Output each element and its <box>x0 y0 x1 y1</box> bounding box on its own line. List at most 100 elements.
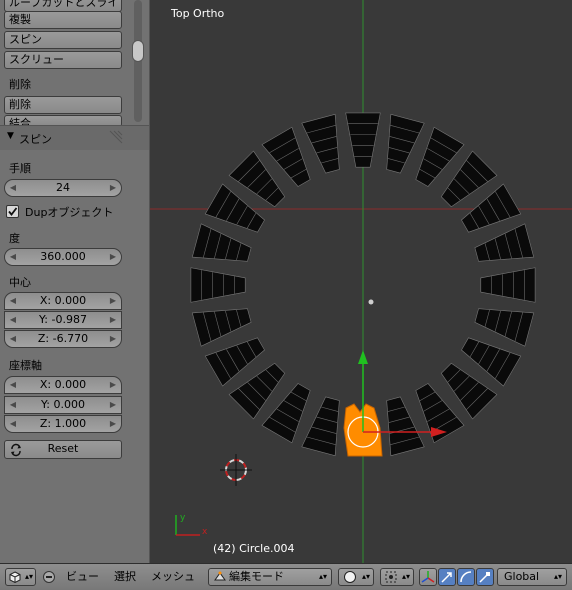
steps-label: 手順 <box>9 162 31 175</box>
steps-field[interactable]: ◀ 24 ▶ <box>4 179 122 197</box>
chevron-updown-icon: ▴▾ <box>401 572 410 581</box>
menu-view[interactable]: ビュー <box>66 569 99 585</box>
axis-x-field[interactable]: ◀ X: 0.000 ▶ <box>4 376 122 394</box>
chevron-updown-icon: ▴▾ <box>553 572 562 581</box>
menu-mesh[interactable]: メッシュ <box>151 569 195 585</box>
pivot-select[interactable]: ▴▾ <box>380 568 414 586</box>
decrement-arrow-icon[interactable]: ◀ <box>7 331 19 347</box>
mode-select[interactable]: 編集モード ▴▾ <box>208 568 332 586</box>
orientation-select[interactable]: Global ▴▾ <box>497 568 567 586</box>
ring-segment <box>386 113 425 174</box>
degrees-value: 360.000 <box>40 250 86 263</box>
center-x-value: X: 0.000 <box>39 294 87 307</box>
check-icon <box>8 207 18 216</box>
spin-panel-header[interactable]: ▼ スピン <box>0 125 149 150</box>
center-y-field[interactable]: ◀ Y: -0.987 ▶ <box>4 311 122 329</box>
degrees-label: 度 <box>9 232 20 245</box>
toolshelf-scrollbar[interactable] <box>131 0 145 122</box>
object-info-label: (42) Circle.004 <box>213 542 295 555</box>
scroll-thumb[interactable] <box>132 40 144 62</box>
view-name-label: Top Ortho <box>171 7 225 20</box>
orientation-label: Global <box>504 570 540 583</box>
drag-grip-icon[interactable] <box>107 130 123 144</box>
axis-y-field[interactable]: ◀ Y: 0.000 ▶ <box>4 396 122 414</box>
duplicate-button[interactable]: 複製 <box>4 11 122 29</box>
ring-segment <box>191 223 252 262</box>
scale-icon <box>479 572 490 583</box>
dup-label: Dupオブジェクト <box>25 206 114 219</box>
ring-segment <box>301 113 340 174</box>
degrees-field[interactable]: ◀ 360.000 ▶ <box>4 248 122 266</box>
axis-y-value: Y: 0.000 <box>41 398 85 411</box>
decrement-arrow-icon[interactable]: ◀ <box>7 416 19 432</box>
increment-arrow-icon[interactable]: ▶ <box>107 416 119 432</box>
shading-select[interactable]: ▴▾ <box>338 568 374 586</box>
object-origin-dot <box>368 299 374 305</box>
collapse-triangle-icon: ▼ <box>7 131 14 141</box>
rotate-icon <box>460 571 472 583</box>
increment-arrow-icon[interactable]: ▶ <box>107 249 119 265</box>
viewport-canvas[interactable]: y x <box>150 0 572 563</box>
steps-value: 24 <box>56 181 70 194</box>
increment-arrow-icon[interactable]: ▶ <box>107 377 119 393</box>
decrement-arrow-icon[interactable]: ◀ <box>7 180 19 196</box>
increment-arrow-icon[interactable]: ▶ <box>107 397 119 413</box>
reset-label: Reset <box>47 442 79 455</box>
tool-shelf: ループカットとスライ 複製 スピン スクリュー 削除 削除 結合 ▼ スピン 手… <box>0 0 150 563</box>
editor-type-button[interactable]: ▴▾ <box>5 568 36 586</box>
screw-button[interactable]: スクリュー <box>4 51 122 69</box>
manipulator-toggle[interactable] <box>419 568 437 586</box>
increment-arrow-icon[interactable]: ▶ <box>107 180 119 196</box>
center-y-value: Y: -0.987 <box>39 313 87 326</box>
decrement-arrow-icon[interactable]: ◀ <box>7 377 19 393</box>
increment-arrow-icon[interactable]: ▶ <box>107 331 119 347</box>
collapse-menu-icon[interactable] <box>43 571 55 583</box>
pivot-icon <box>385 571 397 583</box>
ring-segment <box>474 223 535 262</box>
center-z-value: Z: -6.770 <box>37 332 89 345</box>
decrement-arrow-icon[interactable]: ◀ <box>7 397 19 413</box>
ring-segment <box>480 267 536 303</box>
viewport-header: ▴▾ ビュー 選択 メッシュ 編集モード ▴▾ ▴▾ ▴▾ Global ▴▾ <box>0 563 572 590</box>
ring-segment <box>345 112 381 168</box>
svg-text:y: y <box>180 513 186 523</box>
refresh-icon <box>11 443 21 457</box>
cube-icon <box>9 571 21 583</box>
center-z-field[interactable]: ◀ Z: -6.770 ▶ <box>4 330 122 348</box>
decrement-arrow-icon[interactable]: ◀ <box>7 249 19 265</box>
ring-segment <box>301 396 340 457</box>
delete-button[interactable]: 削除 <box>4 96 122 114</box>
scale-toggle[interactable] <box>476 568 494 586</box>
3d-cursor-icon <box>220 454 252 486</box>
spin-panel-title: スピン <box>19 133 52 146</box>
increment-arrow-icon[interactable]: ▶ <box>107 312 119 328</box>
spin-button[interactable]: スピン <box>4 31 122 49</box>
ring-segment <box>190 267 246 303</box>
arrow-icon <box>441 572 452 583</box>
center-label: 中心 <box>9 276 31 289</box>
reset-button[interactable]: Reset <box>4 440 122 459</box>
decrement-arrow-icon[interactable]: ◀ <box>7 312 19 328</box>
axis-label: 座標軸 <box>9 359 42 372</box>
ring-segment <box>474 308 535 347</box>
rotate-toggle[interactable] <box>457 568 475 586</box>
chevron-updown-icon: ▴▾ <box>25 572 34 581</box>
menu-select[interactable]: 選択 <box>114 569 136 585</box>
decrement-arrow-icon[interactable]: ◀ <box>7 293 19 309</box>
ring-segment <box>191 308 252 347</box>
axis-x-value: X: 0.000 <box>39 378 87 391</box>
axis-z-value: Z: 1.000 <box>39 417 87 430</box>
solid-shading-icon <box>344 571 356 583</box>
y-arrow-head <box>358 350 368 364</box>
svg-text:x: x <box>202 527 208 537</box>
dup-checkbox[interactable] <box>6 205 19 218</box>
edit-mode-icon <box>214 571 226 581</box>
3d-viewport[interactable]: y x Top Ortho (42) Circle.004 <box>150 0 572 563</box>
increment-arrow-icon[interactable]: ▶ <box>107 293 119 309</box>
axis-z-field[interactable]: ◀ Z: 1.000 ▶ <box>4 415 122 433</box>
center-x-field[interactable]: ◀ X: 0.000 ▶ <box>4 292 122 310</box>
axis-gizmo-icon: y x <box>175 513 208 537</box>
manipulator-icon <box>421 571 435 583</box>
chevron-updown-icon: ▴▾ <box>361 572 370 581</box>
translate-toggle[interactable] <box>438 568 456 586</box>
